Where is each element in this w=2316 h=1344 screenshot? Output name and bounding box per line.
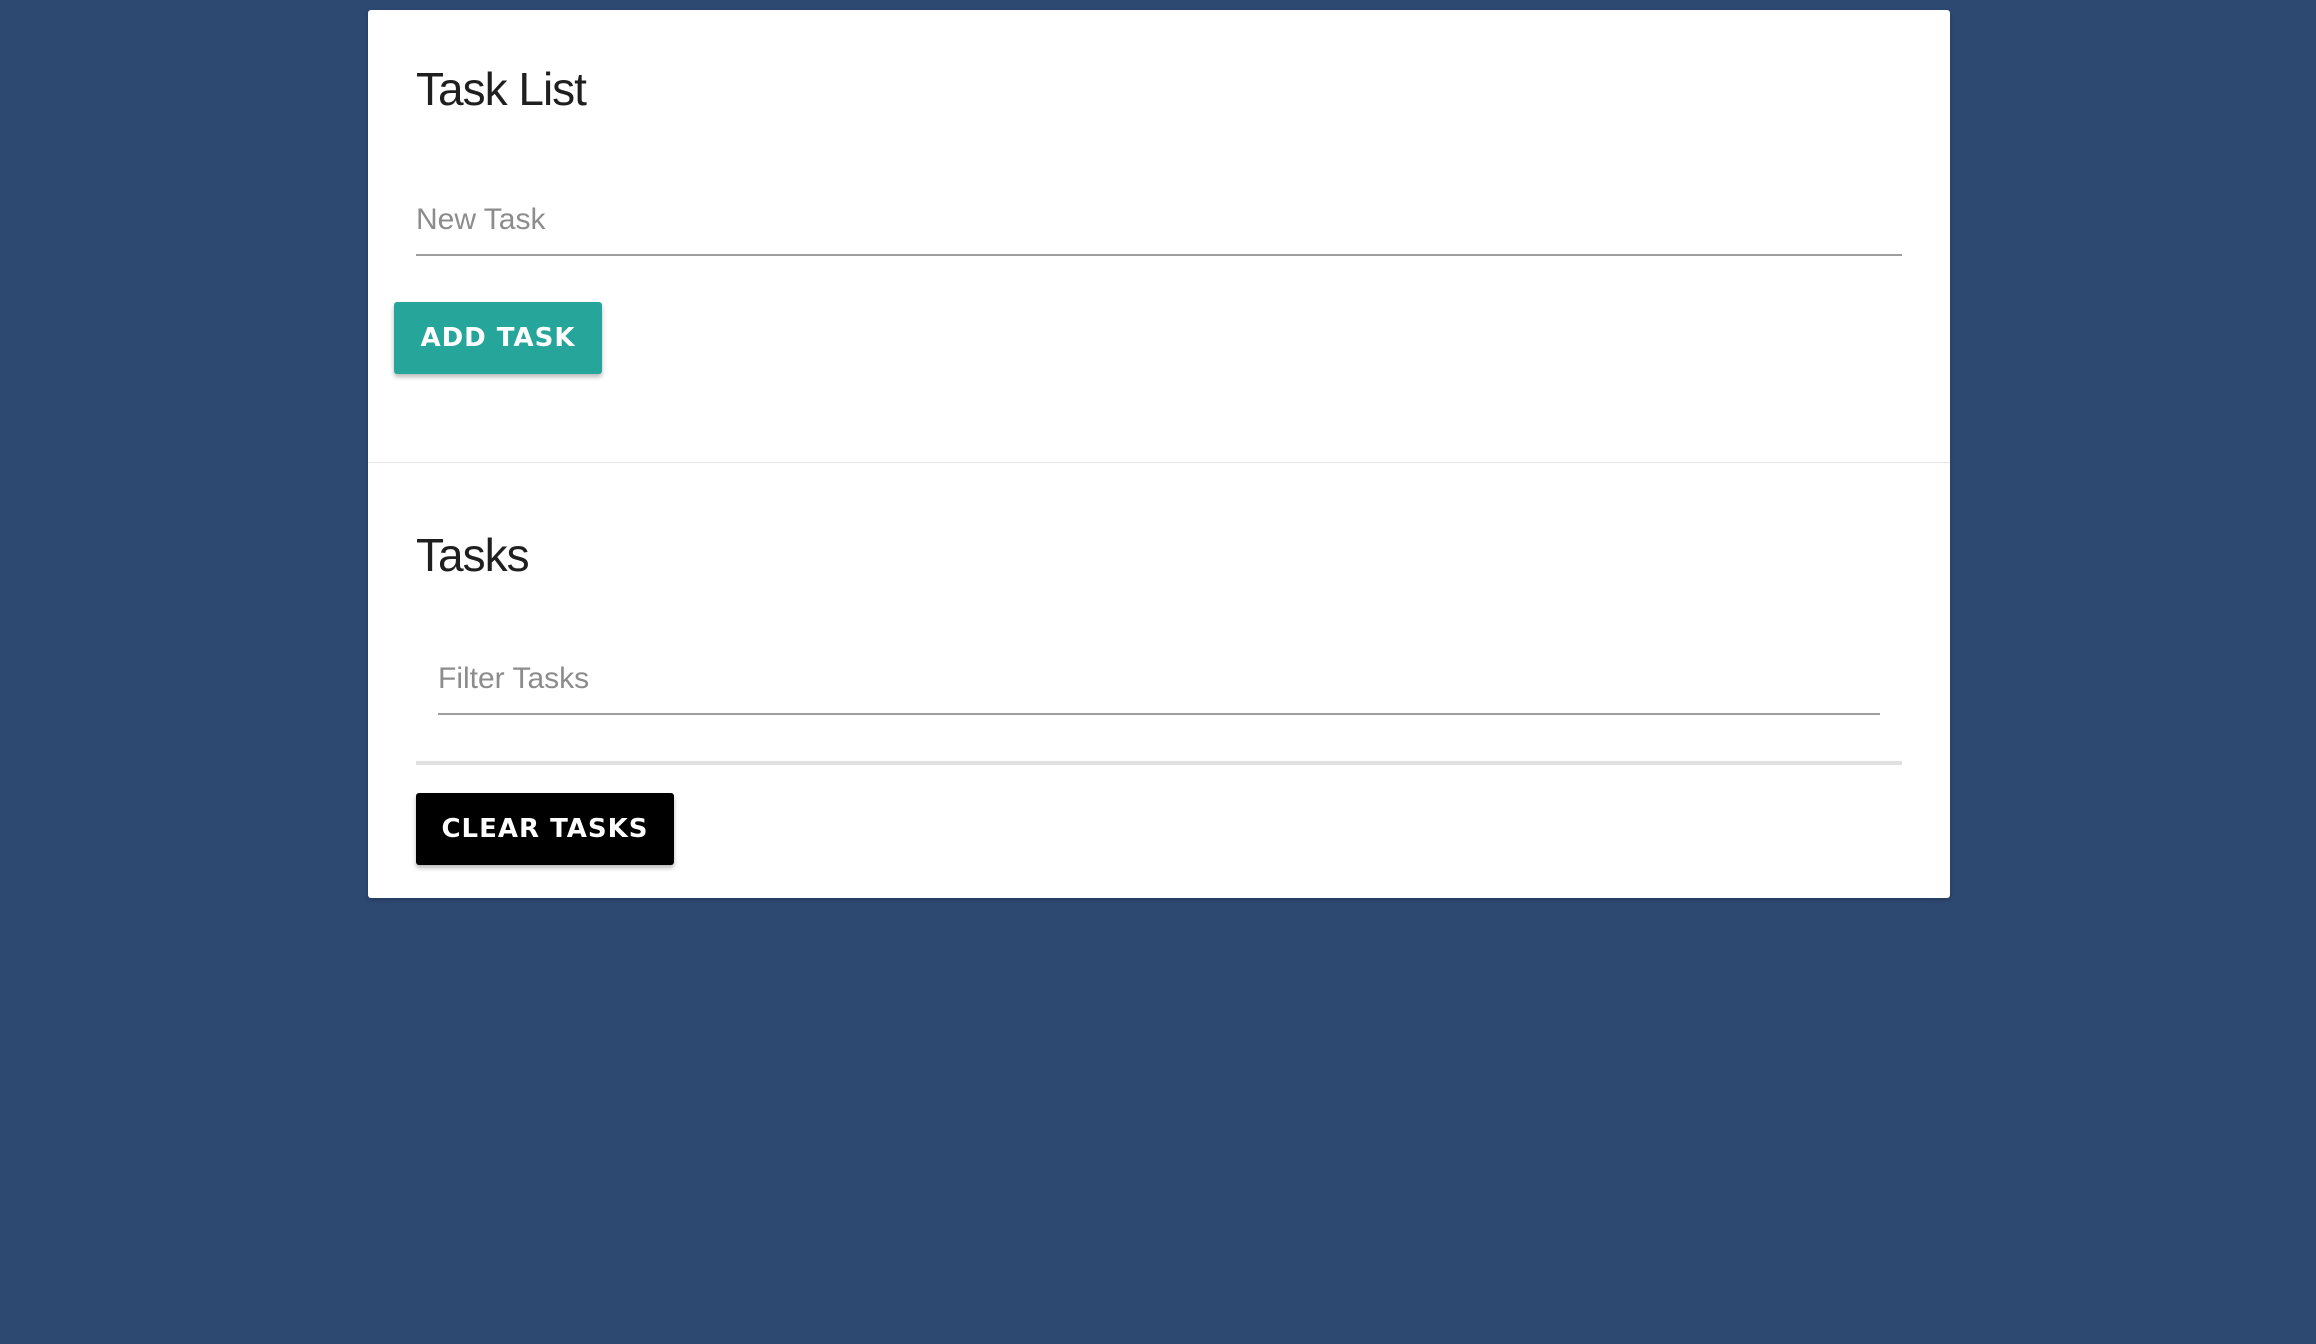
task-entry-section: Task List ADD TASK xyxy=(368,10,1950,463)
task-card: Task List ADD TASK Tasks CLEAR TASKS xyxy=(368,10,1950,898)
page-title: Task List xyxy=(416,63,587,115)
add-task-button[interactable]: ADD TASK xyxy=(394,302,602,374)
tasks-heading: Tasks xyxy=(416,529,530,581)
task-list xyxy=(416,761,1902,765)
filter-tasks-input[interactable] xyxy=(438,657,1880,715)
new-task-input[interactable] xyxy=(416,198,1902,256)
clear-tasks-button[interactable]: CLEAR TASKS xyxy=(416,793,674,865)
